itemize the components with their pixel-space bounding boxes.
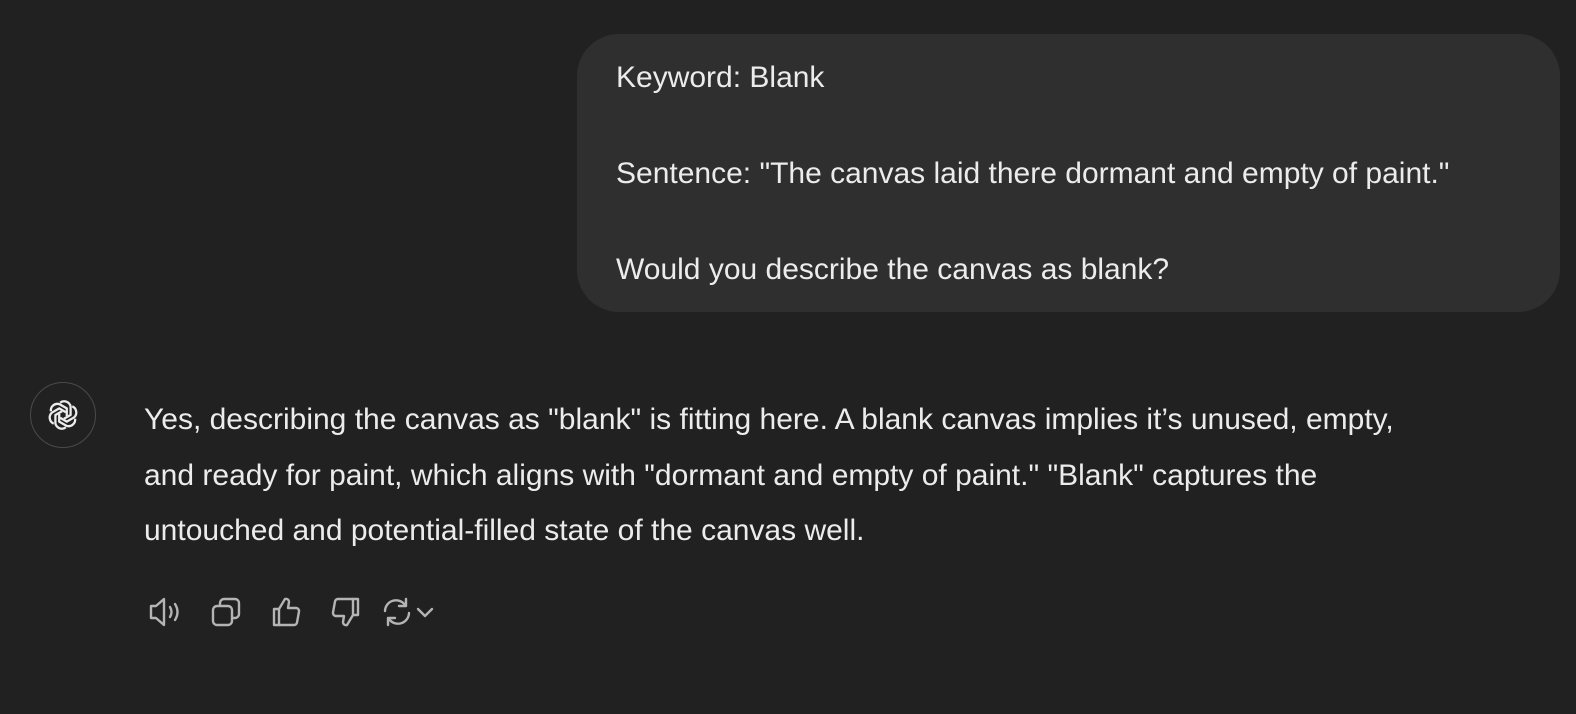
user-message-line: Would you describe the canvas as blank? [616, 253, 1170, 286]
speaker-icon [149, 597, 179, 627]
chat-page: Keyword: Blank Sentence: "The canvas lai… [0, 0, 1576, 714]
regenerate-icon [383, 597, 411, 627]
assistant-message-line: untouched and potential-filled state of … [144, 514, 865, 547]
thumbs-down-icon [331, 597, 360, 627]
user-message-line: Sentence: "The canvas laid there dormant… [616, 157, 1450, 190]
user-message-line: Keyword: Blank [616, 61, 825, 94]
openai-logo-icon [48, 400, 78, 430]
assistant-message-line: and ready for paint, which aligns with "… [144, 458, 1318, 492]
copy-button[interactable] [204, 590, 248, 634]
copy-icon [211, 597, 241, 627]
good-response-button[interactable] [264, 590, 308, 634]
assistant-message-line: Yes, describing the canvas as "blank" is… [144, 403, 1394, 436]
thumbs-up-icon [272, 597, 301, 627]
assistant-avatar [30, 382, 96, 448]
assistant-message: Yes, describing the canvas as "blank" is… [144, 392, 1544, 559]
chevron-down-icon [416, 607, 434, 618]
message-actions [144, 590, 436, 634]
regenerate-button[interactable] [380, 590, 436, 634]
read-aloud-button[interactable] [144, 590, 188, 634]
bad-response-button[interactable] [324, 590, 368, 634]
